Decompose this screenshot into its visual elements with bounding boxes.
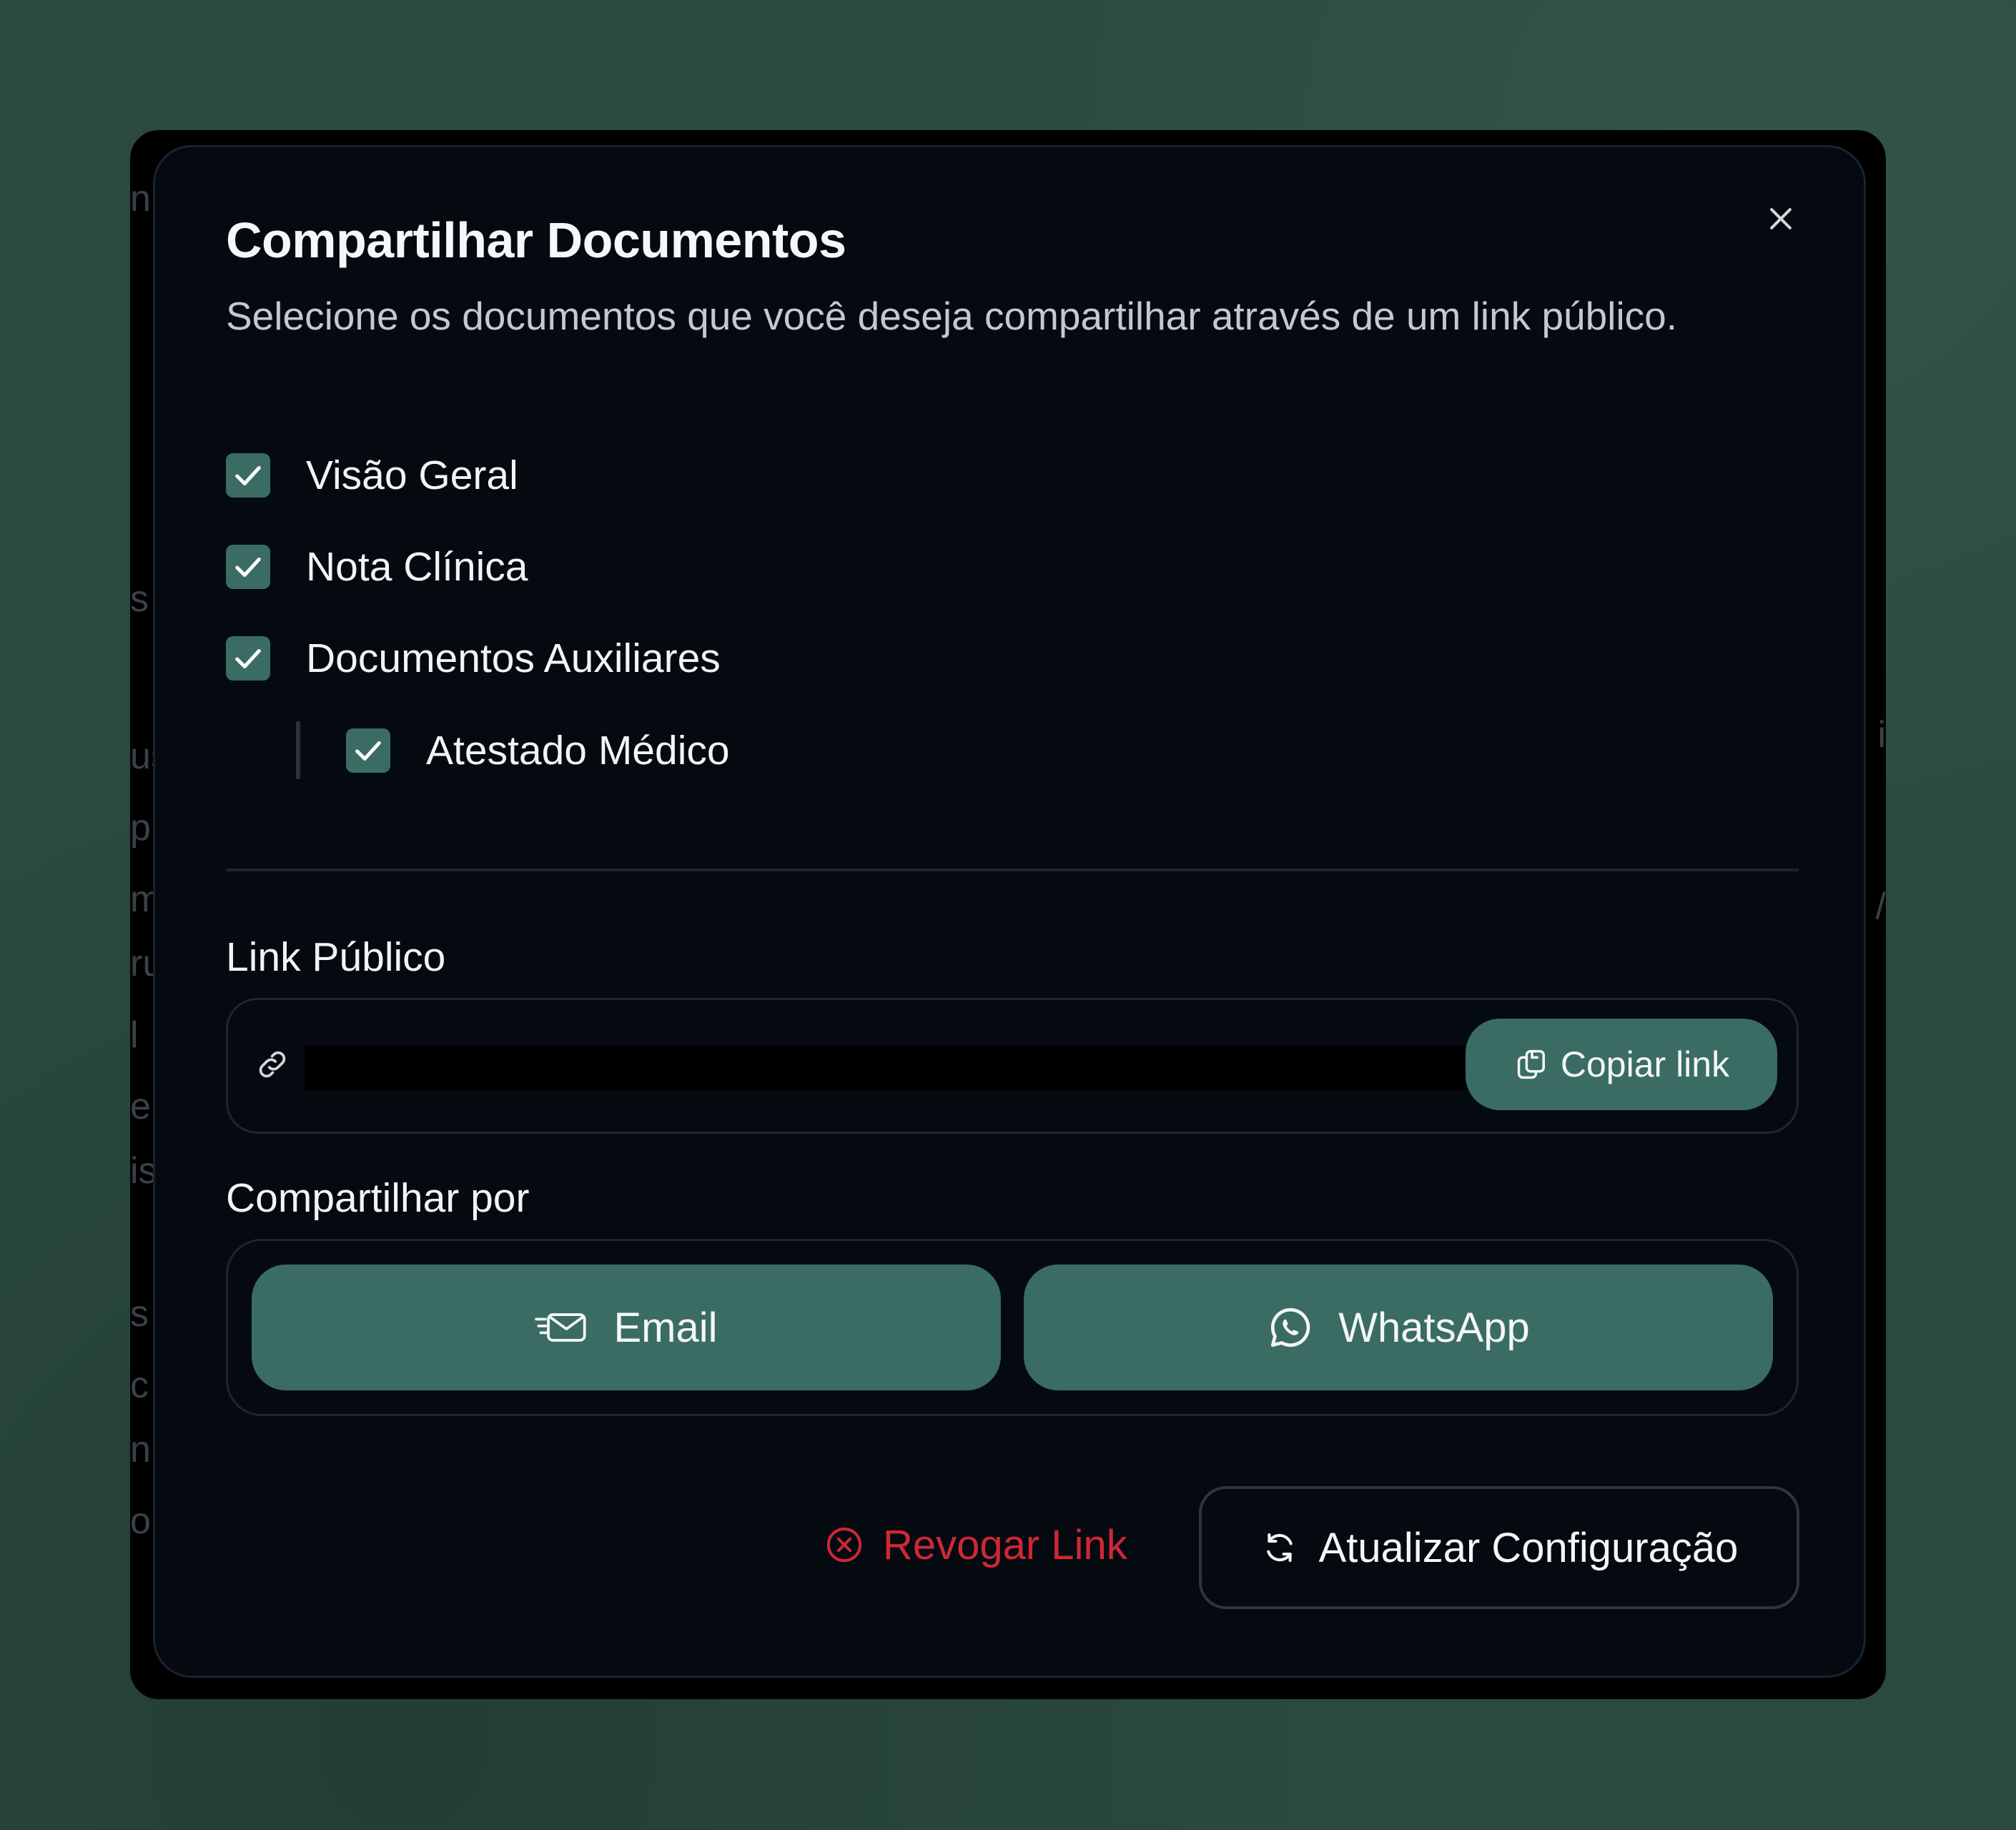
copy-icon xyxy=(1517,1049,1545,1079)
share-by-label: Compartilhar por xyxy=(226,1175,530,1221)
share-email-label: Email xyxy=(613,1304,718,1351)
share-documents-dialog: Compartilhar Documentos Selecione os doc… xyxy=(153,145,1866,1678)
copy-link-label: Copiar link xyxy=(1560,1044,1730,1084)
refresh-icon xyxy=(1266,1533,1293,1563)
background-text-fragment: s xyxy=(130,1293,149,1335)
document-option-atestado-medico[interactable]: Atestado Médico xyxy=(346,727,730,774)
update-configuration-label: Atualizar Configuração xyxy=(1318,1524,1739,1571)
checkbox-documentos-auxiliares[interactable] xyxy=(226,636,270,681)
document-option-label: Documentos Auxiliares xyxy=(306,635,721,681)
background-text-fragment: l xyxy=(130,1014,139,1056)
update-configuration-button[interactable]: Atualizar Configuração xyxy=(1199,1486,1799,1609)
check-icon xyxy=(355,741,381,761)
check-icon xyxy=(235,648,261,668)
background-text-fragment: c xyxy=(130,1365,149,1406)
document-option-label: Atestado Médico xyxy=(426,728,730,773)
whatsapp-icon xyxy=(1271,1307,1310,1347)
public-link-label: Link Público xyxy=(226,934,446,980)
background-text-fragment: p xyxy=(130,807,151,849)
check-icon xyxy=(235,557,261,577)
background-text-fragment: n xyxy=(130,178,151,219)
checkbox-nota-clinica[interactable] xyxy=(226,545,270,589)
nested-indent-line xyxy=(296,721,300,779)
copy-link-button[interactable]: Copiar link xyxy=(1466,1019,1777,1110)
revoke-link-label: Revogar Link xyxy=(883,1521,1127,1568)
check-icon xyxy=(235,465,261,485)
background-text-fragment: n xyxy=(130,1429,151,1470)
document-option-nota-clinica[interactable]: Nota Clínica xyxy=(226,543,528,590)
dialog-subtitle: Selecione os documentos que você deseja … xyxy=(226,294,1678,338)
document-option-label: Nota Clínica xyxy=(306,544,528,590)
share-whatsapp-label: WhatsApp xyxy=(1338,1304,1530,1351)
checkbox-atestado-medico[interactable] xyxy=(346,728,390,773)
public-link-field[interactable] xyxy=(305,1046,1471,1090)
email-send-icon xyxy=(535,1313,587,1342)
background-text-fragment: / xyxy=(1875,886,1886,927)
background-text-fragment: i xyxy=(1877,714,1886,756)
link-icon xyxy=(259,1051,286,1078)
share-whatsapp-button[interactable]: WhatsApp xyxy=(1024,1265,1773,1390)
background-text-fragment: o xyxy=(130,1500,151,1542)
close-icon xyxy=(1770,208,1792,229)
document-option-label: Visão Geral xyxy=(306,452,518,498)
revoke-link-button[interactable]: Revogar Link xyxy=(824,1498,1127,1591)
document-option-visao-geral[interactable]: Visão Geral xyxy=(226,452,518,499)
close-button[interactable] xyxy=(1759,197,1802,240)
x-circle-icon xyxy=(826,1527,862,1563)
dialog-title: Compartilhar Documentos xyxy=(226,212,846,268)
document-option-documentos-auxiliares[interactable]: Documentos Auxiliares xyxy=(226,635,721,682)
checkbox-visao-geral[interactable] xyxy=(226,453,270,498)
share-options-container: Email WhatsApp xyxy=(226,1239,1799,1416)
public-link-container: Copiar link xyxy=(226,998,1799,1134)
share-email-button[interactable]: Email xyxy=(252,1265,1001,1390)
background-text-fragment: s xyxy=(130,578,149,620)
section-divider xyxy=(226,869,1799,871)
